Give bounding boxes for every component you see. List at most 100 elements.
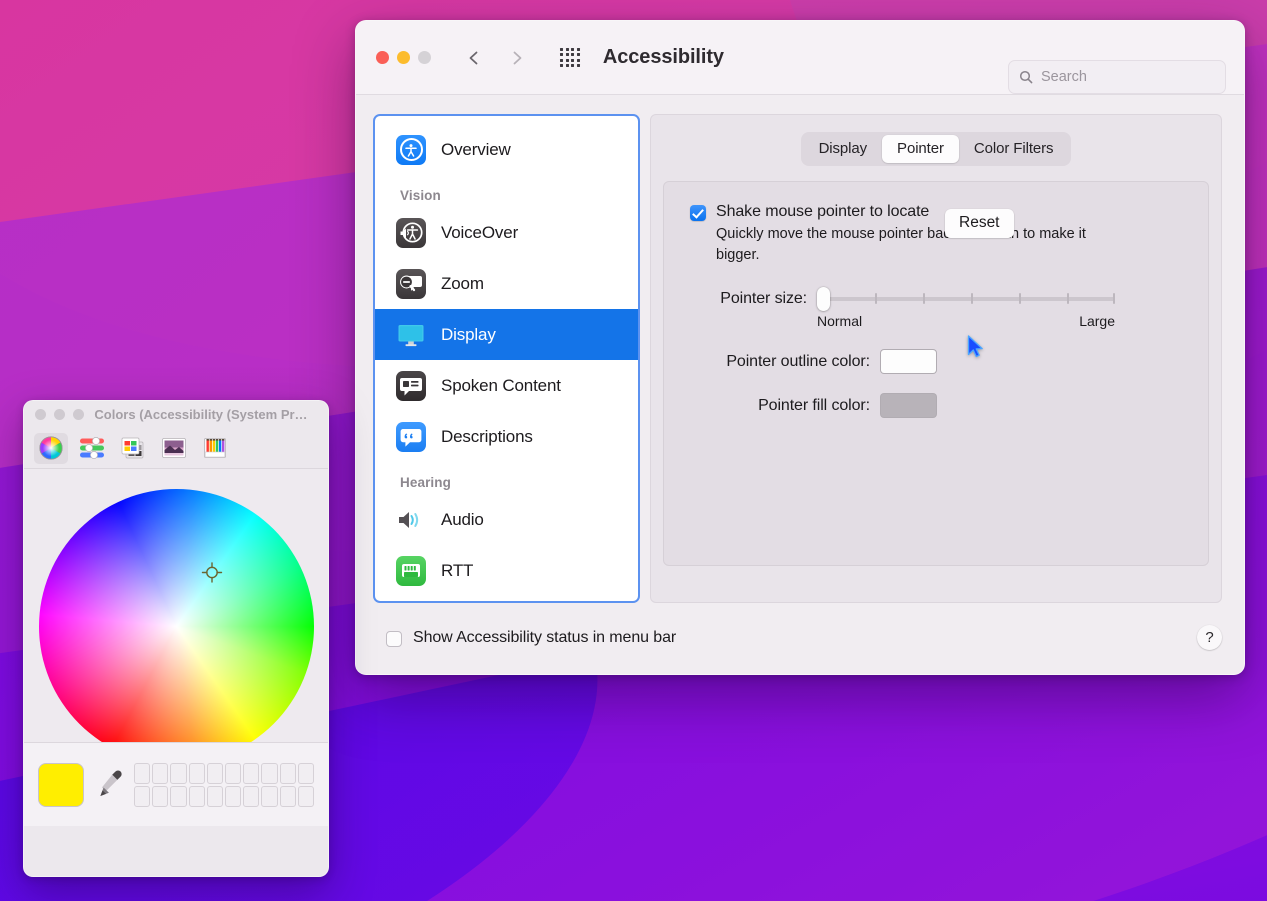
- color-sliders-tool-icon[interactable]: [75, 433, 109, 464]
- descriptions-icon: [396, 421, 426, 452]
- swatch-cell[interactable]: [261, 762, 278, 784]
- sidebar-item-overview[interactable]: Overview: [375, 124, 638, 175]
- system-preferences-window: Accessibility Search Overview Vision Voi…: [355, 20, 1245, 675]
- forward-chevron-icon[interactable]: [509, 50, 525, 66]
- shake-pointer-row: Shake mouse pointer to locate: [690, 203, 1182, 221]
- swatch-cell[interactable]: [261, 785, 278, 807]
- back-chevron-icon[interactable]: [466, 50, 482, 66]
- swatch-cell[interactable]: [170, 785, 187, 807]
- close-button[interactable]: [376, 51, 389, 64]
- swatch-cell[interactable]: [206, 785, 223, 807]
- color-palettes-tool-icon[interactable]: [116, 433, 150, 464]
- sidebar-item-spoken-content[interactable]: Spoken Content: [375, 360, 638, 411]
- sidebar-item-zoom[interactable]: Zoom: [375, 258, 638, 309]
- swatch-cell[interactable]: [188, 762, 205, 784]
- current-color-swatch[interactable]: [38, 762, 84, 807]
- swatch-cell[interactable]: [152, 762, 169, 784]
- color-wheel[interactable]: [38, 489, 314, 764]
- window-footer: Show Accessibility status in menu bar ?: [356, 601, 1244, 674]
- sidebar-item-display[interactable]: Display: [375, 309, 638, 360]
- sidebar-item-voiceover[interactable]: VoiceOver: [375, 207, 638, 258]
- search-field[interactable]: [1008, 60, 1226, 94]
- outline-color-label: Pointer outline color:: [726, 352, 870, 370]
- pointer-settings-panel: Shake mouse pointer to locate Quickly mo…: [663, 181, 1209, 566]
- tab-pointer[interactable]: Pointer: [882, 135, 959, 163]
- slider-end-labels: Normal Large: [817, 313, 1115, 329]
- sidebar-label-audio: Audio: [441, 509, 484, 529]
- sidebar-item-rtt[interactable]: RTT: [375, 545, 638, 596]
- show-all-grid-icon[interactable]: [560, 47, 580, 68]
- swatch-cell[interactable]: [279, 785, 296, 807]
- image-palettes-tool-icon[interactable]: [157, 433, 191, 464]
- slider-track: [817, 297, 1115, 302]
- navigation-buttons: [466, 50, 525, 66]
- swatch-cell[interactable]: [279, 762, 296, 784]
- slider-min-label: Normal: [817, 313, 863, 330]
- eyedropper-icon[interactable]: [96, 768, 122, 802]
- fill-color-well[interactable]: [881, 394, 936, 418]
- zoom-icon: [396, 268, 426, 299]
- color-wheel-container: [24, 489, 328, 764]
- pointer-size-row: Pointer size:: [690, 287, 1182, 312]
- shake-pointer-checkbox[interactable]: [690, 205, 706, 221]
- main-content-pane: Display Pointer Color Filters Shake mous…: [650, 114, 1222, 603]
- search-input[interactable]: [1041, 69, 1215, 85]
- search-icon: [1019, 70, 1033, 84]
- menu-bar-status-row: Show Accessibility status in menu bar: [386, 629, 676, 647]
- slider-tick-5: [1067, 293, 1069, 305]
- zoom-button[interactable]: [418, 51, 431, 64]
- menu-bar-status-checkbox[interactable]: [386, 630, 402, 647]
- colors-panel-titlebar: Colors (Accessibility (System Pr…: [24, 401, 328, 428]
- swatch-cell[interactable]: [134, 762, 151, 784]
- slider-tick-6: [1113, 293, 1115, 305]
- swatch-cell[interactable]: [134, 785, 151, 807]
- menu-bar-status-label: Show Accessibility status in menu bar: [413, 628, 677, 646]
- preferences-body: Overview Vision VoiceOver Zoom Display S…: [356, 95, 1244, 603]
- colors-panel-title: Colors (Accessibility (System Pr…: [94, 407, 308, 422]
- outline-color-well[interactable]: [881, 350, 936, 374]
- fill-color-row: Pointer fill color:: [690, 394, 1182, 418]
- tab-group: Display Pointer Color Filters: [800, 132, 1072, 166]
- mouse-pointer-cursor: [967, 335, 984, 359]
- audio-icon: [396, 505, 426, 535]
- reset-button[interactable]: Reset: [945, 209, 1014, 238]
- tab-color-filters[interactable]: Color Filters: [959, 135, 1069, 163]
- sidebar-group-vision: Vision: [400, 188, 441, 203]
- pointer-size-label: Pointer size:: [720, 290, 807, 308]
- colors-panel-window: Colors (Accessibility (System Pr…: [23, 400, 329, 877]
- sidebar-scroll-area[interactable]: Overview Vision VoiceOver Zoom Display S…: [375, 116, 638, 601]
- swatch-cell[interactable]: [225, 785, 242, 807]
- swatch-cell[interactable]: [170, 762, 187, 784]
- spoken-content-icon: [396, 370, 426, 401]
- rtt-icon: [396, 555, 426, 586]
- sidebar-item-audio[interactable]: Audio: [375, 494, 638, 545]
- minimize-button[interactable]: [397, 51, 410, 64]
- sidebar-group-hearing: Hearing: [400, 475, 451, 490]
- tab-display[interactable]: Display: [804, 135, 882, 163]
- swatch-cell[interactable]: [297, 785, 314, 807]
- swatch-cell[interactable]: [297, 762, 314, 784]
- slider-tick-3: [971, 293, 973, 305]
- swatch-cell[interactable]: [152, 785, 169, 807]
- swatch-cell[interactable]: [225, 762, 242, 784]
- swatch-cell[interactable]: [206, 762, 223, 784]
- sidebar-label-voiceover: VoiceOver: [441, 222, 519, 242]
- outline-color-row: Pointer outline color:: [690, 350, 1182, 374]
- page-title: Accessibility: [602, 46, 724, 68]
- color-wheel-tool-icon[interactable]: [34, 432, 68, 464]
- color-swatch-grid[interactable]: [134, 762, 314, 807]
- sidebar-label-spoken-content: Spoken Content: [441, 375, 561, 395]
- help-button[interactable]: ?: [1197, 625, 1222, 650]
- swatch-cell[interactable]: [188, 785, 205, 807]
- slider-knob[interactable]: [817, 287, 830, 312]
- slider-tick-1: [875, 293, 877, 305]
- swatch-cell[interactable]: [243, 762, 260, 784]
- desktop-background: Accessibility Search Overview Vision Voi…: [0, 0, 1267, 901]
- accessibility-sidebar[interactable]: Overview Vision VoiceOver Zoom Display S…: [373, 114, 640, 603]
- color-wheel-crosshair[interactable]: [201, 561, 223, 588]
- sidebar-label-descriptions: Descriptions: [441, 426, 533, 446]
- swatch-cell[interactable]: [243, 785, 260, 807]
- sidebar-item-descriptions[interactable]: Descriptions: [375, 411, 638, 462]
- pointer-size-slider[interactable]: [817, 287, 1115, 312]
- pencils-tool-icon[interactable]: [198, 433, 232, 464]
